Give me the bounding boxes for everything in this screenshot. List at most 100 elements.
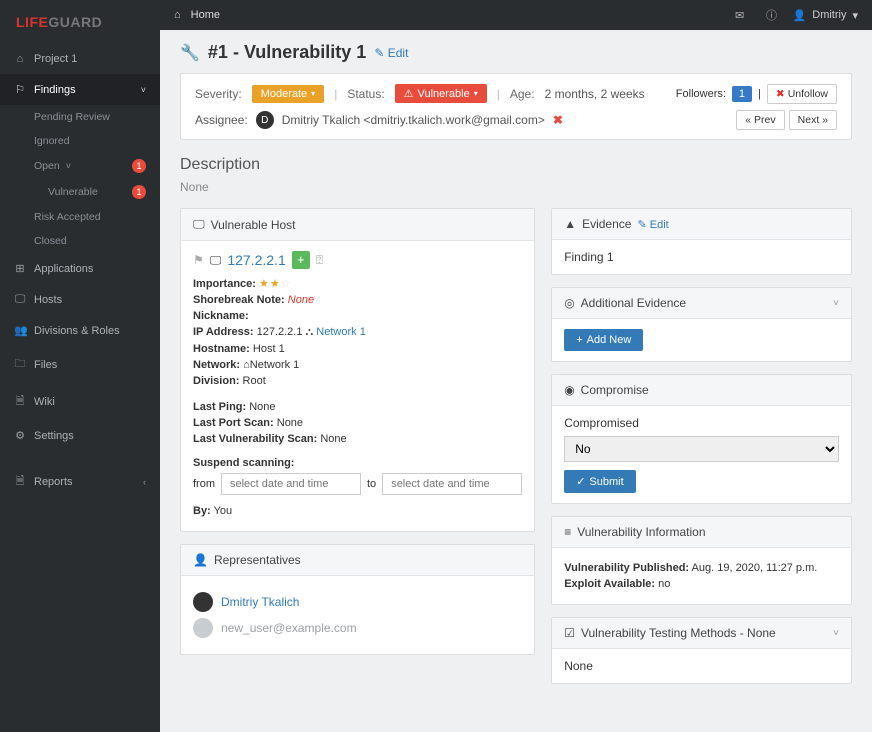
home-icon[interactable]: ⌂	[174, 9, 181, 21]
to-date-input[interactable]	[382, 473, 522, 495]
topbar: ⌂ Home ✉ ⓘ 👤 Dmitriy ▾	[160, 0, 872, 30]
monitor-icon: 🖵	[14, 293, 26, 306]
ip-label: IP Address:	[193, 326, 254, 338]
sidebar-item-applications[interactable]: ⊞ Applications	[0, 253, 160, 284]
description-value: None	[180, 180, 852, 194]
avatar	[193, 592, 213, 612]
division-value: Root	[243, 375, 266, 387]
chevron-down-icon: ˅	[141, 85, 146, 95]
circle-icon: ◎	[564, 296, 574, 310]
monitor-icon: 🖵	[210, 253, 222, 268]
sidebar-item-settings[interactable]: ⚙ Settings	[0, 420, 160, 451]
logo: LIFEGUARD	[0, 0, 160, 44]
sidebar-item-wiki[interactable]: 🗎 Wiki	[0, 383, 160, 420]
sidebar-item-reports[interactable]: 🗎 Reports ‹	[0, 463, 160, 500]
testing-body: None	[552, 649, 851, 683]
sidebar-item-vulnerable[interactable]: Vulnerable 1	[0, 179, 160, 205]
remove-assignee-button[interactable]: ✖	[553, 113, 563, 127]
unfollow-label: Unfollow	[788, 88, 828, 100]
breadcrumb-home[interactable]: Home	[191, 9, 220, 21]
user-icon: 👤	[193, 553, 208, 567]
age-value: 2 months, 2 weeks	[545, 87, 645, 101]
main: ⌂ Home ✉ ⓘ 👤 Dmitriy ▾ 🔧 #1 - Vulnerabil…	[160, 0, 872, 732]
vulnerability-info-card: ≡ Vulnerability Information Vulnerabilit…	[551, 516, 852, 605]
assignee-text: Dmitriy Tkalich <dmitriy.tkalich.work@gm…	[282, 113, 545, 127]
sidebar-label: Settings	[34, 430, 74, 442]
collapse-toggle[interactable]: ˅	[833, 298, 839, 309]
card-title: Vulnerability Information	[577, 525, 705, 539]
hostname-value: Host 1	[253, 343, 285, 355]
sidebar-label: Closed	[34, 235, 67, 247]
from-label: from	[193, 478, 215, 490]
page-title: #1 - Vulnerability 1	[208, 42, 366, 63]
add-new-label: Add New	[587, 334, 632, 346]
network-value: Network 1	[250, 359, 300, 371]
caret-down-icon: ▾	[474, 89, 478, 98]
home-icon: ⌂	[14, 53, 26, 65]
add-host-button[interactable]: +	[292, 251, 310, 269]
sidebar-item-hosts[interactable]: 🖵 Hosts	[0, 284, 160, 315]
monitor-icon: 🖵	[193, 217, 205, 232]
separator: |	[334, 87, 337, 101]
card-title: Evidence	[582, 217, 631, 231]
sidebar-item-project[interactable]: ⌂ Project 1	[0, 44, 160, 74]
sidebar-label: Applications	[34, 263, 93, 275]
sidebar-item-open[interactable]: Open ˅ 1	[0, 153, 160, 179]
representative-link[interactable]: Dmitriy Tkalich	[221, 595, 299, 609]
followers-label: Followers:	[676, 88, 726, 100]
status-dropdown[interactable]: ⚠ Vulnerable ▾	[395, 84, 487, 103]
published-value: Aug. 19, 2020, 11:27 p.m.	[692, 562, 818, 574]
shorebreak-value: None	[288, 294, 314, 306]
pencil-icon: ✎	[374, 46, 384, 60]
prev-button[interactable]: « Prev	[736, 110, 784, 130]
sidebar-item-divisions[interactable]: 👥 Divisions & Roles	[0, 315, 160, 346]
collapse-toggle[interactable]: ˅	[833, 628, 839, 639]
sidebar-item-risk-accepted[interactable]: Risk Accepted	[0, 205, 160, 229]
compromised-label: Compromised	[564, 416, 839, 430]
network-icon: ⛬	[306, 326, 314, 338]
testing-methods-card: ☑ Vulnerability Testing Methods - None ˅…	[551, 617, 852, 684]
network-label: Network:	[193, 359, 240, 371]
sidebar-item-findings[interactable]: ⚐ Findings ˅	[0, 74, 160, 105]
hostname-label: Hostname:	[193, 343, 250, 355]
chevron-left-icon: ‹	[143, 477, 146, 487]
sidebar-label: Project 1	[34, 53, 77, 65]
last-port-label: Last Port Scan:	[193, 417, 274, 429]
status-label: Status:	[347, 87, 384, 101]
sidebar-label: Reports	[34, 476, 73, 488]
home-icon: ⌂	[243, 359, 250, 371]
mail-icon[interactable]: ✉	[729, 6, 751, 24]
last-ping-label: Last Ping:	[193, 401, 246, 413]
sidebar-item-closed[interactable]: Closed	[0, 229, 160, 253]
users-icon: 👥	[14, 324, 26, 337]
star-rating: ★★☆	[259, 278, 292, 290]
add-new-button[interactable]: + Add New	[564, 329, 643, 351]
user-menu[interactable]: 👤 Dmitriy ▾	[793, 9, 858, 22]
meta-panel: Followers: 1 | ✖Unfollow « Prev Next » S…	[180, 73, 852, 140]
avatar: D	[256, 111, 274, 129]
grid-icon: ⊞	[14, 262, 26, 275]
evidence-icon: ▲	[564, 217, 576, 231]
shorebreak-label: Shorebreak Note:	[193, 294, 285, 306]
sidebar-label: Files	[34, 359, 57, 371]
host-ip-link[interactable]: 127.2.2.1	[227, 252, 285, 268]
severity-dropdown[interactable]: Moderate ▾	[252, 85, 325, 103]
sidebar-item-files[interactable]: 🗀 Files	[0, 346, 160, 383]
last-vuln-value: None	[320, 433, 346, 445]
compromised-select[interactable]: No	[564, 436, 839, 462]
sidebar-label: Open	[34, 160, 60, 172]
edit-title-link[interactable]: ✎ Edit	[374, 46, 408, 60]
stars-filled: ★★	[259, 278, 281, 290]
caret-down-icon: ▾	[311, 89, 315, 98]
info-icon[interactable]: ⓘ	[761, 6, 783, 24]
sidebar-item-ignored[interactable]: Ignored	[0, 129, 160, 153]
edit-evidence-link[interactable]: ✎ Edit	[637, 218, 668, 231]
from-date-input[interactable]	[221, 473, 361, 495]
unfollow-button[interactable]: ✖Unfollow	[767, 84, 837, 104]
network-link[interactable]: Network 1	[316, 326, 366, 338]
sidebar-item-pending[interactable]: Pending Review	[0, 105, 160, 129]
submit-button[interactable]: ✓ Submit	[564, 470, 635, 493]
compromise-card: ◉ Compromise Compromised No ✓ Submit	[551, 374, 852, 504]
help-icon[interactable]: ⍰	[316, 253, 323, 268]
next-button[interactable]: Next »	[789, 110, 837, 130]
